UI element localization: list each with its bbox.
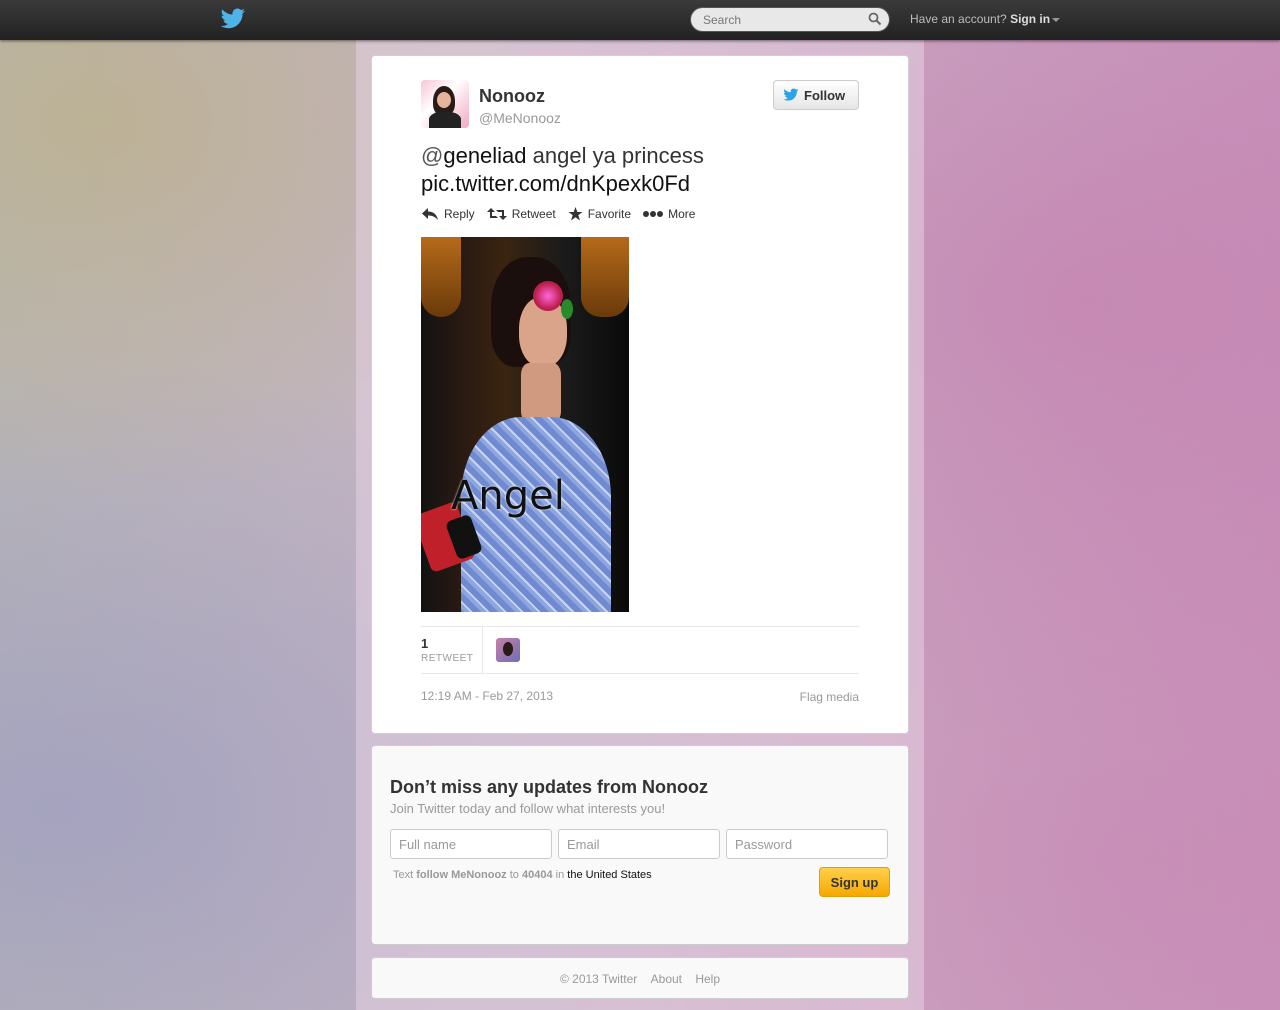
sms-country-link[interactable]: the United States bbox=[567, 869, 651, 881]
tweet-card: Nonooz @MeNonooz Follow @geneliad angel … bbox=[371, 55, 909, 734]
sms-in-label: in bbox=[555, 869, 565, 881]
signup-button[interactable]: Sign up bbox=[819, 867, 890, 897]
follow-label: Follow bbox=[804, 88, 846, 103]
reply-label: Reply bbox=[444, 207, 475, 221]
photo-neck bbox=[521, 363, 561, 423]
mention-at[interactable]: @ bbox=[421, 143, 443, 168]
signup-title: Don’t miss any updates from Nonooz bbox=[390, 777, 709, 797]
footer-links: © 2013 Twitter About Help bbox=[372, 972, 908, 986]
password-field[interactable] bbox=[726, 829, 888, 859]
avatar[interactable] bbox=[421, 80, 469, 128]
reply-icon bbox=[422, 208, 438, 220]
favorite-label: Favorite bbox=[587, 207, 632, 221]
retweet-button[interactable]: Retweet bbox=[486, 207, 556, 221]
sms-command: follow MeNonooz bbox=[416, 869, 507, 881]
footer-help-link[interactable]: Help bbox=[695, 972, 720, 986]
photo-bottle-right bbox=[581, 237, 629, 317]
search-icon[interactable] bbox=[868, 12, 882, 26]
retweet-count[interactable]: 1 bbox=[421, 636, 428, 651]
signup-card: Don’t miss any updates from Nonooz Join … bbox=[371, 745, 909, 945]
sms-to-label: to bbox=[509, 869, 519, 881]
photo-leaf bbox=[561, 299, 573, 319]
stats-divider-top bbox=[421, 626, 859, 627]
signup-subtitle: Join Twitter today and follow what inter… bbox=[390, 801, 666, 816]
sms-follow-text: Text follow MeNonooz to 40404 in the Uni… bbox=[393, 869, 652, 881]
retweet-count-label: RETWEET bbox=[421, 653, 474, 664]
retweet-label: Retweet bbox=[511, 207, 556, 221]
signin-area: Have an account? Sign in bbox=[910, 12, 1061, 26]
signin-prompt: Have an account? bbox=[910, 12, 1007, 26]
tweet-timestamp[interactable]: 12:19 AM - Feb 27, 2013 bbox=[421, 689, 553, 703]
search-box bbox=[690, 7, 890, 32]
caret-down-icon[interactable] bbox=[1052, 17, 1061, 22]
star-icon bbox=[568, 207, 583, 221]
photo-flower bbox=[533, 281, 563, 311]
mention-link[interactable]: geneliad bbox=[443, 143, 526, 168]
email-field[interactable] bbox=[558, 829, 720, 859]
more-dots-icon bbox=[643, 211, 664, 217]
tweet-photo[interactable]: Angel bbox=[421, 237, 629, 612]
reply-button[interactable]: Reply bbox=[421, 207, 475, 221]
user-handle[interactable]: @MeNonooz bbox=[479, 110, 561, 126]
sms-number: 40404 bbox=[522, 869, 553, 881]
sms-text-label: Text bbox=[393, 869, 414, 881]
twitter-bird-icon bbox=[783, 88, 799, 101]
signin-link[interactable]: Sign in bbox=[1010, 12, 1050, 26]
tweet-body: angel ya princess bbox=[526, 143, 704, 168]
fullname-field[interactable] bbox=[390, 829, 552, 859]
twitter-bird-icon[interactable] bbox=[220, 8, 246, 30]
more-label: More bbox=[668, 207, 696, 221]
retweeter-avatar[interactable] bbox=[496, 638, 520, 662]
follow-button[interactable]: Follow bbox=[773, 80, 859, 110]
pic-link[interactable]: pic.twitter.com/dnKpexk0Fd bbox=[421, 171, 690, 196]
retweeter-avatar-face bbox=[503, 642, 513, 656]
stats-vertical-divider bbox=[482, 627, 483, 673]
retweet-icon bbox=[486, 208, 507, 220]
photo-bottle-left bbox=[421, 237, 461, 317]
stats-divider-bottom bbox=[421, 673, 859, 674]
avatar-face bbox=[437, 92, 451, 108]
user-fullname[interactable]: Nonooz bbox=[479, 86, 545, 107]
photo-caption: Angel bbox=[451, 473, 565, 519]
top-navigation-bar: Have an account? Sign in bbox=[0, 0, 1280, 40]
flag-media-link[interactable]: Flag media bbox=[800, 690, 859, 704]
tweet-text: @geneliad angel ya princess pic.twitter.… bbox=[421, 142, 861, 198]
more-button[interactable]: More bbox=[643, 207, 695, 221]
footer-about-link[interactable]: About bbox=[651, 972, 682, 986]
favorite-button[interactable]: Favorite bbox=[568, 207, 631, 221]
footer-copyright: © 2013 Twitter bbox=[559, 972, 638, 986]
avatar-dress bbox=[429, 112, 461, 128]
footer-card: © 2013 Twitter About Help bbox=[371, 957, 909, 999]
tweet-actions: Reply Retweet Favorite More bbox=[421, 207, 707, 221]
search-input[interactable] bbox=[703, 12, 853, 27]
